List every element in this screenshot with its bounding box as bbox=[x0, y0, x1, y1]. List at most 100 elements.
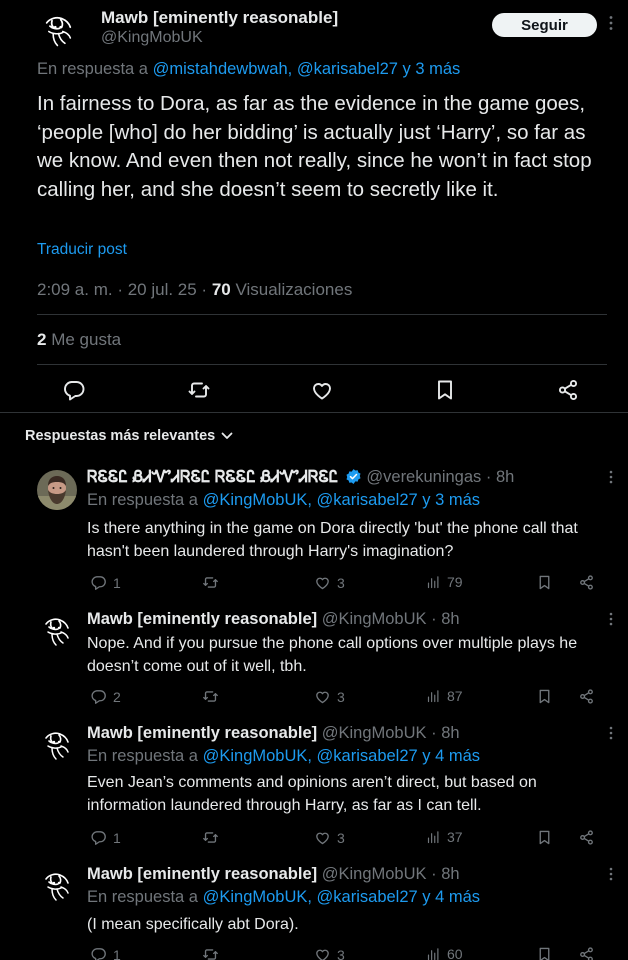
reply-text: Even Jean’s comments and opinions aren’t… bbox=[87, 774, 537, 814]
post-meta: 2:09 a. m. · 20 jul. 25 · 70 Visualizaci… bbox=[37, 280, 352, 300]
share-icon bbox=[578, 688, 595, 705]
author-name[interactable]: Mawb [eminently reasonable] bbox=[87, 610, 317, 628]
author-name[interactable]: Mawb [eminently reasonable] bbox=[87, 724, 317, 742]
section-divider bbox=[0, 412, 628, 413]
post-actions bbox=[0, 372, 628, 408]
more-icon[interactable] bbox=[608, 726, 614, 743]
avatar[interactable] bbox=[37, 726, 77, 766]
like-button[interactable]: 3 bbox=[314, 946, 345, 960]
reply-prefix: En respuesta a bbox=[37, 60, 148, 78]
views-icon bbox=[426, 947, 441, 960]
share-button[interactable] bbox=[578, 574, 595, 591]
reply-header: Mawb [eminently reasonable] @KingMobUK ·… bbox=[87, 865, 460, 884]
avatar[interactable] bbox=[37, 612, 77, 652]
retweet-icon bbox=[202, 946, 219, 960]
translate-link[interactable]: Traducir post bbox=[37, 241, 127, 259]
bookmark-button[interactable] bbox=[536, 829, 553, 846]
likes-summary[interactable]: 2 Me gusta bbox=[37, 330, 121, 350]
reply-count: 2 bbox=[113, 688, 121, 705]
reply-icon[interactable] bbox=[62, 378, 86, 402]
retweet-button[interactable] bbox=[202, 574, 219, 591]
reply-to-link[interactable]: @KingMobUK, @karisabel27 y 4 más bbox=[203, 747, 480, 765]
handle-time[interactable]: @KingMobUK · 8h bbox=[322, 610, 460, 628]
reply-text: Nope. And if you pursue the phone call o… bbox=[87, 635, 578, 675]
views-button[interactable]: 79 bbox=[426, 574, 463, 590]
author-name[interactable]: ᏒᏋᏋᏝ ᏰᏗᏉᏗᏒᏋᏝ ᏒᏋᏋᏝ ᏰᏗᏉᏗᏒᏋᏝ bbox=[87, 468, 338, 486]
bookmark-button[interactable] bbox=[536, 574, 553, 591]
bookmark-icon bbox=[536, 574, 553, 591]
reply-text: Is there anything in the game on Dora di… bbox=[87, 520, 578, 560]
handle-time[interactable]: @KingMobUK · 8h bbox=[322, 865, 460, 883]
reply-text: (I mean specifically abt Dora). bbox=[87, 916, 299, 933]
retweet-button[interactable] bbox=[202, 829, 219, 846]
reply-context: En respuesta a @mistahdewbwah, @karisabe… bbox=[37, 60, 460, 79]
reply-button[interactable]: 1 bbox=[90, 946, 121, 960]
avatar[interactable] bbox=[37, 470, 77, 510]
bookmark-icon bbox=[536, 829, 553, 846]
more-icon[interactable] bbox=[608, 612, 614, 629]
reply-context: En respuesta a @KingMobUK, @karisabel27 … bbox=[87, 491, 480, 510]
reply-to-link[interactable]: @mistahdewbwah, @karisabel27 y 3 más bbox=[153, 60, 461, 78]
like-count: 3 bbox=[337, 946, 345, 960]
retweet-icon bbox=[202, 574, 219, 591]
handle-time[interactable]: @KingMobUK · 8h bbox=[322, 724, 460, 742]
views-icon bbox=[426, 575, 441, 590]
retweet-button[interactable] bbox=[202, 946, 219, 960]
reply-to-link[interactable]: @KingMobUK, @karisabel27 y 3 más bbox=[203, 491, 480, 509]
author-name[interactable]: Mawb [eminently reasonable] bbox=[87, 865, 317, 883]
like-icon[interactable] bbox=[310, 378, 334, 402]
share-button[interactable] bbox=[578, 688, 595, 705]
like-button[interactable]: 3 bbox=[314, 688, 345, 705]
reply-prefix: En respuesta a bbox=[87, 491, 198, 509]
views-label: Visualizaciones bbox=[230, 280, 353, 299]
reply-to-link[interactable]: @KingMobUK, @karisabel27 y 4 más bbox=[203, 888, 480, 906]
reply-header: Mawb [eminently reasonable] @KingMobUK ·… bbox=[87, 724, 460, 743]
reply-actions: 1 3 60 bbox=[0, 946, 628, 960]
share-button[interactable] bbox=[578, 829, 595, 846]
reply-actions: 2 3 87 bbox=[0, 688, 628, 710]
bookmark-button[interactable] bbox=[536, 946, 553, 960]
views-button[interactable]: 37 bbox=[426, 829, 463, 845]
bookmark-button[interactable] bbox=[536, 688, 553, 705]
more-icon[interactable] bbox=[608, 867, 614, 884]
sort-dropdown[interactable]: Respuestas más relevantes bbox=[25, 428, 233, 444]
views-count: 60 bbox=[447, 946, 463, 960]
avatar[interactable] bbox=[37, 867, 77, 907]
reply-icon bbox=[90, 688, 107, 705]
reply-button[interactable]: 1 bbox=[90, 829, 121, 846]
reply-context: En respuesta a @KingMobUK, @karisabel27 … bbox=[87, 888, 480, 907]
author-name[interactable]: Mawb [eminently reasonable] bbox=[101, 8, 338, 28]
views-button[interactable]: 87 bbox=[426, 688, 463, 704]
bookmark-icon bbox=[536, 688, 553, 705]
reply-actions: 1 3 37 bbox=[0, 829, 628, 851]
share-icon bbox=[578, 946, 595, 960]
author-handle[interactable]: @KingMobUK bbox=[101, 29, 203, 47]
reply-icon bbox=[90, 829, 107, 846]
like-button[interactable]: 3 bbox=[314, 829, 345, 846]
follow-button[interactable]: Seguir bbox=[492, 13, 597, 37]
timestamp[interactable]: 2:09 a. m. · 20 jul. 25 · bbox=[37, 280, 212, 299]
more-icon[interactable] bbox=[608, 15, 614, 34]
like-icon bbox=[314, 574, 331, 591]
like-count: 3 bbox=[337, 688, 345, 705]
reply-actions: 1 3 79 bbox=[0, 574, 628, 596]
share-icon[interactable] bbox=[556, 378, 580, 402]
share-button[interactable] bbox=[578, 946, 595, 960]
more-icon[interactable] bbox=[608, 470, 614, 487]
bookmark-icon[interactable] bbox=[433, 378, 457, 402]
reply-button[interactable]: 2 bbox=[90, 688, 121, 705]
avatar[interactable] bbox=[37, 10, 80, 53]
views-count: 70 bbox=[211, 280, 231, 299]
reply-button[interactable]: 1 bbox=[90, 574, 121, 591]
reply-prefix: En respuesta a bbox=[87, 747, 198, 765]
reply-prefix: En respuesta a bbox=[87, 888, 198, 906]
like-button[interactable]: 3 bbox=[314, 574, 345, 591]
handle-time[interactable]: @verekuningas · 8h bbox=[366, 468, 514, 486]
reply-header: ᏒᏋᏋᏝ ᏰᏗᏉᏗᏒᏋᏝ ᏒᏋᏋᏝ ᏰᏗᏉᏗᏒᏋᏝ @verekuningas … bbox=[87, 468, 514, 487]
retweet-button[interactable] bbox=[202, 688, 219, 705]
reply-header: Mawb [eminently reasonable] @KingMobUK ·… bbox=[87, 610, 460, 629]
retweet-icon[interactable] bbox=[187, 378, 211, 402]
divider bbox=[37, 364, 607, 365]
post-text: In fairness to Dora, as far as the evide… bbox=[37, 92, 592, 201]
views-button[interactable]: 60 bbox=[426, 946, 463, 960]
